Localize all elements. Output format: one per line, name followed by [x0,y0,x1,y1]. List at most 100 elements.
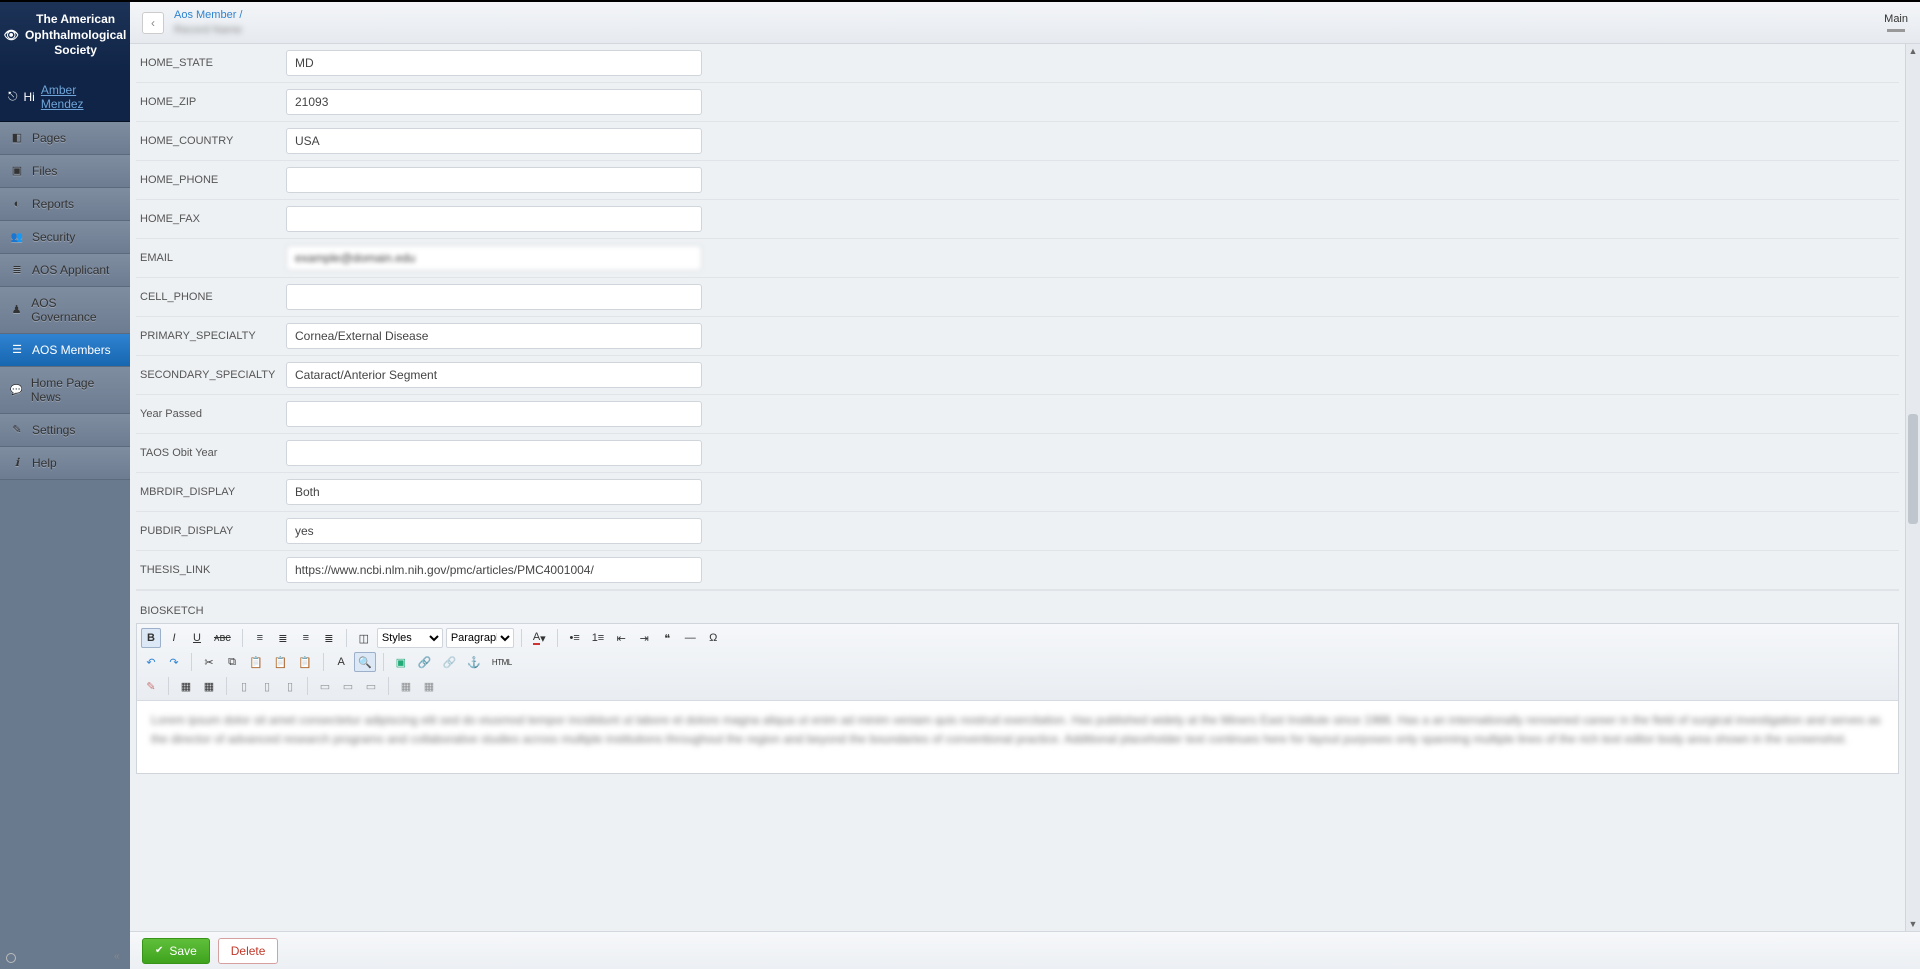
field-input-mbrdir_display[interactable] [286,479,702,505]
breadcrumb-parent[interactable]: Aos Member [174,9,236,21]
sidebar-item-security[interactable]: Security [0,221,130,254]
editor-ol-button[interactable]: 1≡ [588,628,609,648]
editor-align-right-button[interactable]: ≡ [296,628,316,648]
editor-image-button[interactable]: ▣ [391,652,411,672]
back-button[interactable]: ‹ [142,12,164,34]
editor-tbl-2-button[interactable]: ▦ [199,676,219,696]
editor-tbl-6-button[interactable]: ▭ [315,676,335,696]
field-input-secondary_specialty[interactable] [286,362,702,388]
editor-unlink-button[interactable]: 🔗 [439,652,461,672]
sidebar-item-label: AOS Applicant [32,263,109,277]
field-row-mbrdir-display: MBRDIR_DISPLAY [136,473,1899,512]
editor-paste-word-button[interactable]: 📋 [294,652,316,672]
sidebar-item-files[interactable]: Files [0,155,130,188]
editor-align-justify-button[interactable]: ≣ [319,628,339,648]
editor-text-color-button[interactable]: A▾ [529,628,550,648]
field-input-home_state[interactable] [286,50,702,76]
field-input-home_fax[interactable] [286,206,702,232]
field-input-home_zip[interactable] [286,89,702,115]
editor-align-center-button[interactable]: ≣ [273,628,293,648]
main: ‹ Aos Member / Record Name Main HOME_STA… [130,2,1920,969]
current-user-link[interactable]: Amber Mendez [41,83,122,111]
scroll-down-icon[interactable]: ▼ [1906,919,1920,929]
chevron-left-icon: ‹ [151,16,155,30]
editor-find-button[interactable]: 🔍 [354,652,376,672]
scrollbar-thumb[interactable] [1908,414,1918,524]
pages-icon [10,131,24,144]
editor-tbl-1-button[interactable]: ▦ [176,676,196,696]
sidebar-item-label: Security [32,230,75,244]
sidebar-item-home-page-news[interactable]: Home Page News [0,367,130,414]
editor-undo-button[interactable]: ↶ [141,652,161,672]
editor-tbl-8-button[interactable]: ▭ [361,676,381,696]
editor-align-left-button[interactable]: ≡ [250,628,270,648]
sidebar-item-label: Reports [32,197,74,211]
field-input-home_country[interactable] [286,128,702,154]
editor-styles-select[interactable]: Styles [377,628,443,648]
editor-select-all-button[interactable]: A [331,652,351,672]
field-input-thesis_link[interactable] [286,557,702,583]
field-input-home_phone[interactable] [286,167,702,193]
form-scroll[interactable]: HOME_STATEHOME_ZIPHOME_COUNTRYHOME_PHONE… [130,44,1905,931]
field-row-taos-obit-year: TAOS Obit Year [136,434,1899,473]
editor-anchor-button[interactable]: ⚓ [463,652,485,672]
editor-redo-button[interactable]: ↷ [164,652,184,672]
sidebar-item-aos-applicant[interactable]: AOS Applicant [0,254,130,287]
field-label-home_fax: HOME_FAX [136,213,286,225]
field-input-taos_obit_year[interactable] [286,440,702,466]
sidebar-item-aos-members[interactable]: AOS Members [0,334,130,367]
editor-tbl-3-button[interactable]: ▯ [234,676,254,696]
save-button[interactable]: ✔ Save [142,938,210,964]
editor-special-char-button[interactable]: Ω [703,628,723,648]
editor-link-button[interactable]: 🔗 [414,652,436,672]
editor-italic-button[interactable]: I [164,628,184,648]
field-input-cell_phone[interactable] [286,284,702,310]
sidebar-collapse-button[interactable]: « [114,951,128,965]
field-row-secondary-specialty: SECONDARY_SPECIALTY [136,356,1899,395]
field-label-primary_specialty: PRIMARY_SPECIALTY [136,330,286,342]
field-input-year_passed[interactable] [286,401,702,427]
sidebar-item-help[interactable]: Help [0,447,130,480]
editor-paste-button[interactable]: 📋 [245,652,267,672]
check-icon: ✔ [155,945,163,956]
editor-copy-button[interactable]: ⧉ [222,652,242,672]
logout-icon[interactable]: ⎋ [8,89,18,104]
field-input-pubdir_display[interactable] [286,518,702,544]
sidebar-item-aos-governance[interactable]: AOS Governance [0,287,130,334]
delete-button[interactable]: Delete [218,938,279,964]
editor-body[interactable]: Lorem ipsum dolor sit amet consectetur a… [137,701,1898,773]
editor-paragraph-select[interactable]: Paragraph [446,628,514,648]
editor-tbl-7-button[interactable]: ▭ [338,676,358,696]
field-input-primary_specialty[interactable] [286,323,702,349]
editor-edit-button[interactable]: ✎ [141,676,161,696]
sidebar-item-reports[interactable]: Reports [0,188,130,221]
editor-tbl-10-button[interactable]: ▦ [419,676,439,696]
sidebar: 👁 The American Ophthalmological Society … [0,2,130,969]
field-row-pubdir-display: PUBDIR_DISPLAY [136,512,1899,551]
editor-paste-text-button[interactable]: 📋 [270,652,292,672]
vertical-scrollbar[interactable]: ▲ ▼ [1905,44,1920,931]
editor-cut-button[interactable]: ✂ [199,652,219,672]
editor-strike-button[interactable]: ᴀʙᴄ [210,628,235,648]
editor-source-button[interactable]: HTML [488,652,516,672]
sidebar-item-settings[interactable]: Settings [0,414,130,447]
field-row-home-state: HOME_STATE [136,44,1899,83]
editor-tbl-5-button[interactable]: ▯ [280,676,300,696]
field-row-year-passed: Year Passed [136,395,1899,434]
editor-remove-format-button[interactable]: ◫ [354,628,374,648]
editor-tbl-9-button[interactable]: ▦ [396,676,416,696]
editor-tbl-4-button[interactable]: ▯ [257,676,277,696]
editor-blockquote-button[interactable]: ❝ [657,628,677,648]
sidebar-item-pages[interactable]: Pages [0,122,130,155]
editor-underline-button[interactable]: U [187,628,207,648]
scroll-up-icon[interactable]: ▲ [1906,46,1920,56]
field-label-taos_obit_year: TAOS Obit Year [136,447,286,459]
editor-indent-button[interactable]: ⇥ [634,628,654,648]
editor-hr-button[interactable]: — [680,628,700,648]
header-tab-main[interactable]: Main [1884,13,1908,32]
editor-ul-button[interactable]: •≡ [565,628,585,648]
editor-content: Lorem ipsum dolor sit amet consectetur a… [151,713,1881,746]
editor-bold-button[interactable]: B [141,628,161,648]
field-input-email[interactable] [286,245,702,271]
editor-outdent-button[interactable]: ⇤ [611,628,631,648]
